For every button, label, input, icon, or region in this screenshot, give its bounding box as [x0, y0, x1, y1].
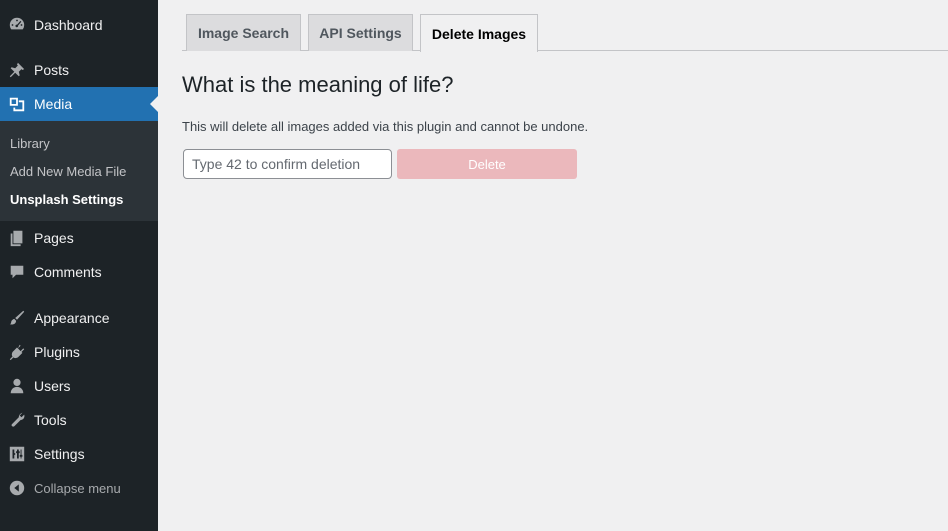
admin-sidebar: Dashboard Posts Media Library Add New Me… [0, 0, 158, 531]
settings-tabs: Image Search API Settings Delete Images [182, 14, 948, 52]
media-submenu: Library Add New Media File Unsplash Sett… [0, 121, 158, 221]
menu-label: Media [34, 96, 73, 112]
pin-icon [7, 60, 27, 80]
delete-description: This will delete all images added via th… [182, 119, 589, 134]
media-icon [7, 94, 27, 114]
pages-icon [7, 228, 27, 248]
menu-item-users[interactable]: Users [0, 369, 158, 403]
comment-icon [7, 262, 27, 282]
dashboard-icon [7, 15, 27, 35]
menu-label: Pages [34, 230, 74, 246]
menu-label: Users [34, 378, 71, 394]
submenu-item-unsplash-settings[interactable]: Unsplash Settings [10, 192, 123, 207]
collapse-label: Collapse menu [34, 480, 121, 496]
menu-label: Settings [34, 446, 85, 462]
collapse-menu-button[interactable]: Collapse menu [0, 471, 158, 505]
tab-delete-images[interactable]: Delete Images [420, 14, 538, 52]
menu-item-tools[interactable]: Tools [0, 403, 158, 437]
menu-item-comments[interactable]: Comments [0, 255, 158, 289]
submenu-item-library[interactable]: Library [10, 136, 50, 151]
sliders-icon [7, 444, 27, 464]
menu-label: Appearance [34, 310, 110, 326]
menu-label: Plugins [34, 344, 80, 360]
confirm-deletion-input[interactable] [183, 149, 392, 179]
menu-item-pages[interactable]: Pages [0, 221, 158, 255]
tab-image-search[interactable]: Image Search [186, 14, 301, 51]
menu-item-posts[interactable]: Posts [0, 53, 158, 87]
user-icon [7, 376, 27, 396]
menu-item-media[interactable]: Media [0, 87, 158, 121]
menu-item-dashboard[interactable]: Dashboard [0, 8, 158, 42]
menu-label: Dashboard [34, 17, 103, 33]
wrench-icon [7, 410, 27, 430]
page-heading: What is the meaning of life? [182, 72, 454, 97]
tab-api-settings[interactable]: API Settings [308, 14, 413, 51]
menu-label: Posts [34, 62, 70, 78]
menu-item-appearance[interactable]: Appearance [0, 301, 158, 335]
plug-icon [7, 342, 27, 362]
menu-label: Comments [34, 264, 102, 280]
menu-item-plugins[interactable]: Plugins [0, 335, 158, 369]
submenu-item-add-new-media-file[interactable]: Add New Media File [10, 164, 126, 179]
delete-button[interactable]: Delete [397, 149, 577, 179]
menu-label: Tools [34, 412, 67, 428]
collapse-icon [7, 478, 27, 498]
brush-icon [7, 308, 27, 328]
menu-item-settings[interactable]: Settings [0, 437, 158, 471]
